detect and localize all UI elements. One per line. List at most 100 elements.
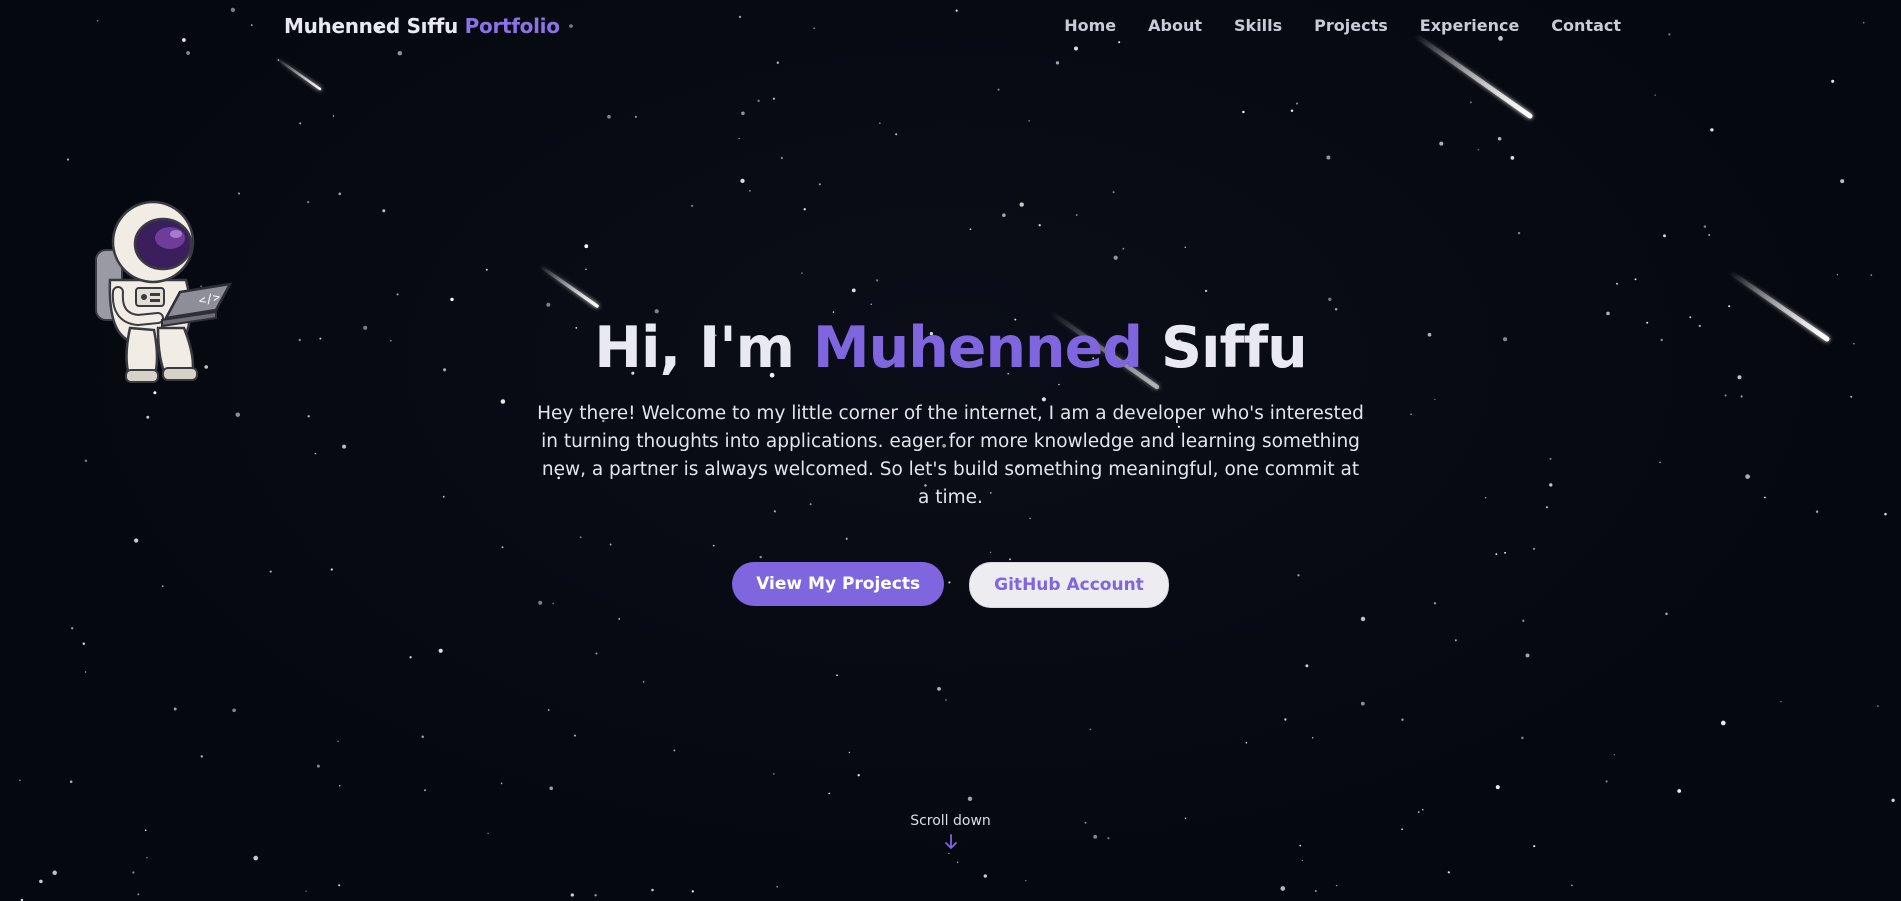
star — [776, 886, 778, 888]
star — [1710, 128, 1714, 132]
star — [1055, 61, 1060, 65]
star — [780, 157, 783, 159]
star — [232, 708, 236, 713]
star — [740, 178, 745, 184]
star — [382, 209, 386, 213]
star — [409, 656, 412, 659]
star — [396, 293, 399, 296]
star — [337, 740, 339, 742]
star — [547, 709, 550, 711]
star — [969, 228, 972, 231]
star — [1290, 109, 1294, 113]
star — [332, 115, 335, 117]
brand-logo[interactable]: Muhenned Sıffu Portfolio — [284, 14, 560, 38]
star — [1605, 780, 1608, 783]
star — [1422, 808, 1424, 811]
star — [948, 852, 950, 855]
star — [1204, 289, 1208, 293]
star — [803, 208, 806, 211]
star — [1328, 297, 1332, 301]
star — [338, 884, 341, 887]
view-projects-button[interactable]: View My Projects — [732, 562, 945, 606]
top-navigation: Muhenned Sıffu Portfolio Home About Skil… — [0, 0, 1901, 54]
star — [1571, 884, 1573, 887]
star — [1870, 274, 1873, 276]
star — [673, 749, 676, 752]
star — [1002, 213, 1006, 217]
star — [277, 59, 280, 61]
star — [983, 874, 987, 878]
arrow-down-icon[interactable] — [943, 833, 959, 851]
star — [1703, 225, 1707, 228]
nav-link-home[interactable]: Home — [1064, 16, 1116, 35]
star — [967, 796, 973, 802]
star — [238, 192, 240, 195]
star — [137, 893, 140, 896]
star — [836, 674, 838, 677]
star — [642, 681, 645, 683]
shooting-star — [274, 56, 322, 91]
star — [1360, 701, 1365, 706]
hero-last-name: Sıffu — [1160, 315, 1308, 381]
star — [1447, 871, 1450, 874]
star — [1184, 246, 1187, 249]
brand-name: Muhenned Sıffu — [284, 14, 458, 38]
star — [1113, 255, 1118, 260]
nav-link-about[interactable]: About — [1148, 16, 1202, 35]
star — [1242, 110, 1245, 114]
star — [39, 879, 43, 884]
star — [1616, 282, 1618, 285]
brand-accent: Portfolio — [464, 14, 560, 38]
star — [585, 268, 587, 271]
star — [1522, 619, 1525, 622]
star — [851, 288, 856, 293]
star — [584, 244, 589, 249]
star — [52, 870, 57, 876]
star — [549, 786, 554, 791]
star — [1525, 653, 1530, 658]
nav-link-skills[interactable]: Skills — [1234, 16, 1282, 35]
star — [338, 192, 342, 196]
star — [945, 699, 947, 701]
star — [1477, 149, 1479, 151]
star — [1517, 231, 1521, 235]
star — [1028, 120, 1030, 122]
star — [1654, 94, 1656, 96]
star — [618, 618, 621, 620]
star — [1836, 274, 1839, 276]
star — [1295, 102, 1299, 105]
star — [66, 158, 70, 161]
star — [1314, 889, 1317, 893]
scroll-down-indicator[interactable]: Scroll down — [0, 813, 1901, 851]
star — [1019, 202, 1024, 207]
nav-links: Home About Skills Projects Experience Co… — [1032, 16, 1621, 35]
star — [634, 115, 637, 118]
star — [1634, 278, 1637, 281]
star — [801, 272, 803, 274]
star — [937, 687, 941, 691]
star — [1280, 886, 1286, 891]
nav-link-experience[interactable]: Experience — [1420, 16, 1520, 35]
star — [316, 764, 320, 768]
star — [772, 97, 776, 100]
star — [1305, 664, 1309, 668]
star — [1708, 234, 1711, 236]
star — [546, 302, 551, 307]
hero-greeting: Hi, I'm — [594, 315, 795, 381]
star — [1076, 214, 1078, 216]
star — [71, 627, 74, 630]
star — [1284, 718, 1287, 721]
star — [818, 183, 821, 186]
github-account-button[interactable]: GitHub Account — [969, 562, 1169, 608]
star — [1245, 742, 1248, 744]
star — [773, 773, 775, 775]
star — [570, 893, 574, 897]
star — [757, 99, 760, 103]
star — [305, 890, 307, 892]
star — [200, 755, 203, 758]
star — [1521, 736, 1524, 740]
nav-link-contact[interactable]: Contact — [1551, 16, 1621, 35]
nav-link-projects[interactable]: Projects — [1314, 16, 1388, 35]
star — [574, 734, 576, 737]
star — [1335, 884, 1338, 887]
